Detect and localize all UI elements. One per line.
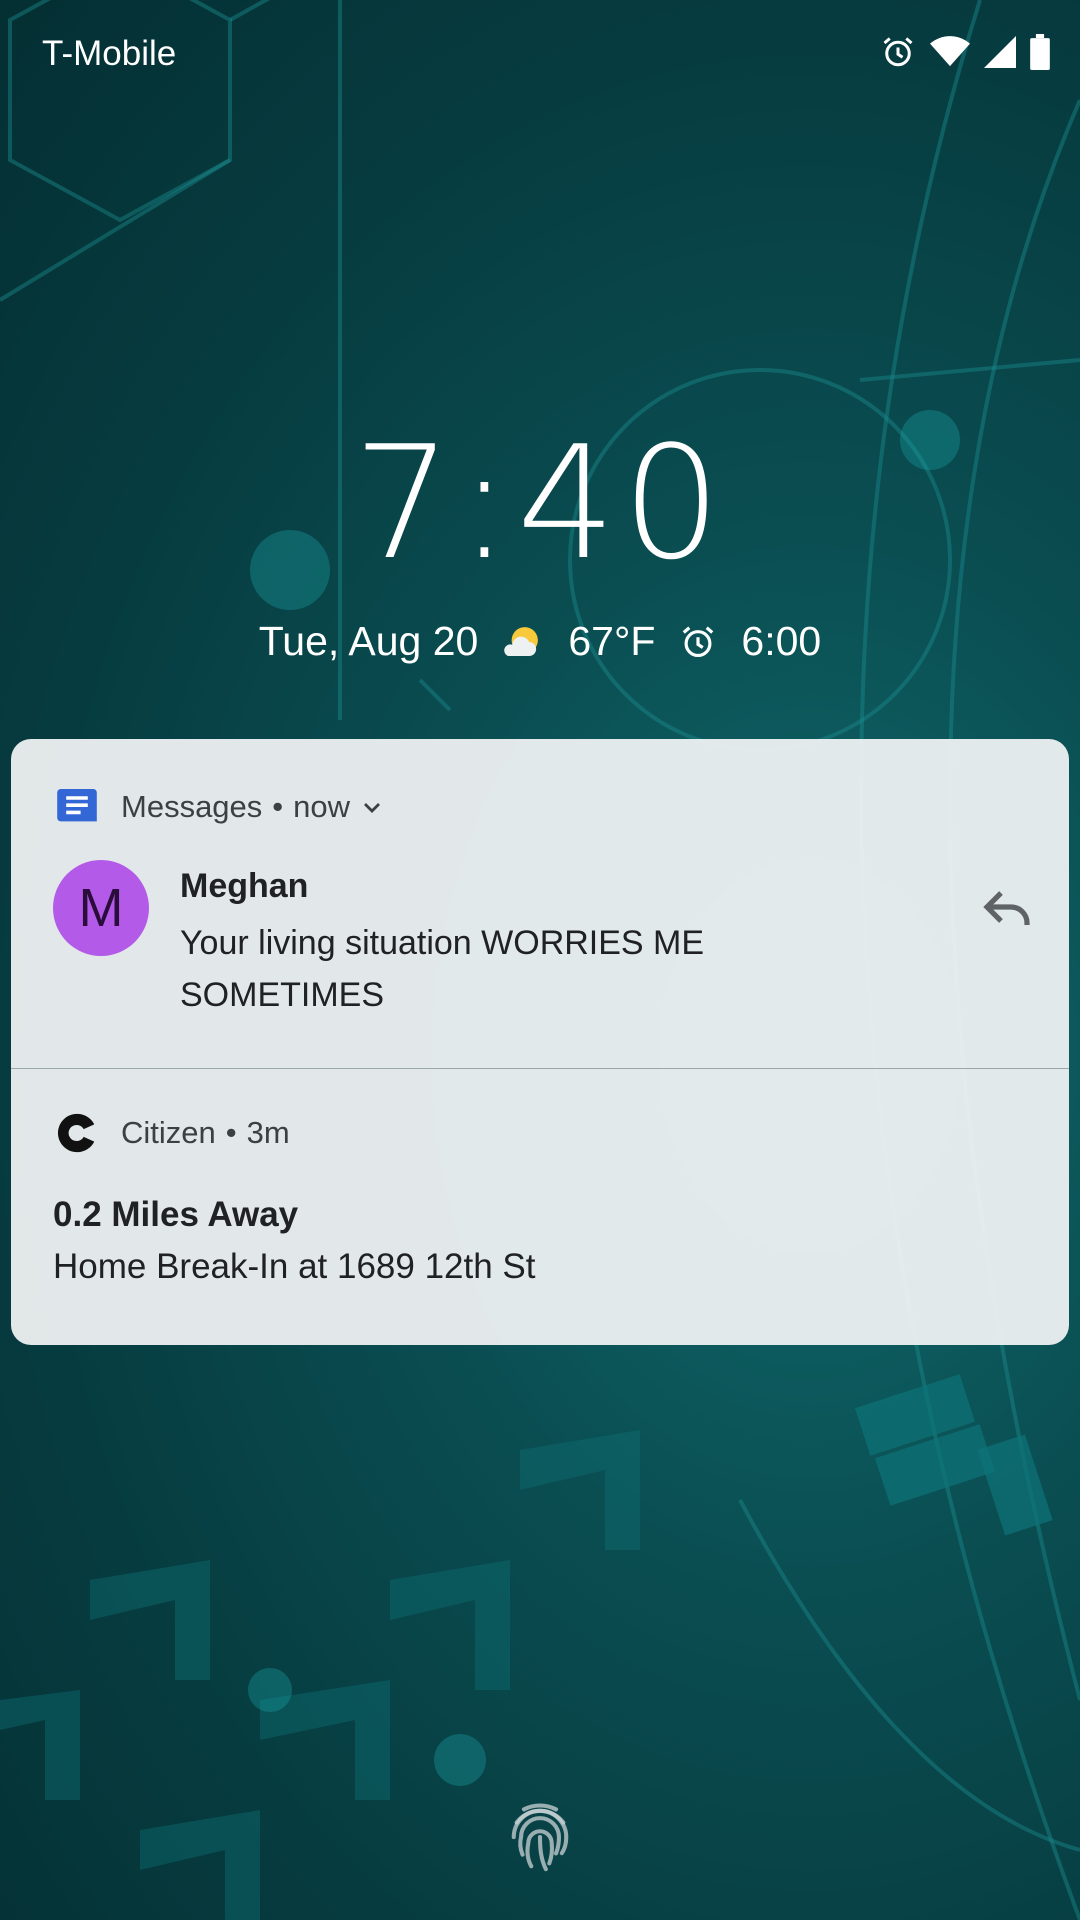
- notification-panel: Messages • now M Meghan Your living situ…: [11, 739, 1069, 1345]
- temperature-label: 67°F: [568, 618, 656, 664]
- carrier-name: T-Mobile: [42, 34, 177, 73]
- battery-icon: [1030, 34, 1050, 70]
- wifi-icon: [930, 36, 970, 68]
- notification-header: Citizen • 3m: [53, 1109, 290, 1157]
- lock-screen-info: Tue, Aug 20 67°F 6:00: [0, 618, 1080, 665]
- cell-signal-icon: [984, 36, 1016, 68]
- alarm-icon: [679, 623, 717, 661]
- partly-cloudy-icon: [502, 621, 544, 663]
- date-label: Tue, Aug 20: [258, 618, 479, 664]
- next-alarm-label: 6:00: [741, 618, 822, 664]
- app-name: Citizen: [121, 1115, 216, 1150]
- alert-title: 0.2 Miles Away: [53, 1195, 299, 1234]
- notification-time: 3m: [246, 1115, 290, 1150]
- status-bar: T-Mobile: [0, 0, 1080, 110]
- fingerprint-icon[interactable]: [505, 1802, 575, 1878]
- status-icons: [880, 32, 1050, 72]
- lock-screen-clock: 7:40: [352, 412, 728, 594]
- alarm-icon: [880, 34, 916, 70]
- citizen-notification[interactable]: Citizen • 3m 0.2 Miles Away Home Break-I…: [11, 739, 1069, 1345]
- citizen-app-icon: [53, 1109, 101, 1157]
- alert-body: Home Break-In at 1689 12th St: [53, 1247, 536, 1286]
- separator-dot: •: [225, 1115, 237, 1150]
